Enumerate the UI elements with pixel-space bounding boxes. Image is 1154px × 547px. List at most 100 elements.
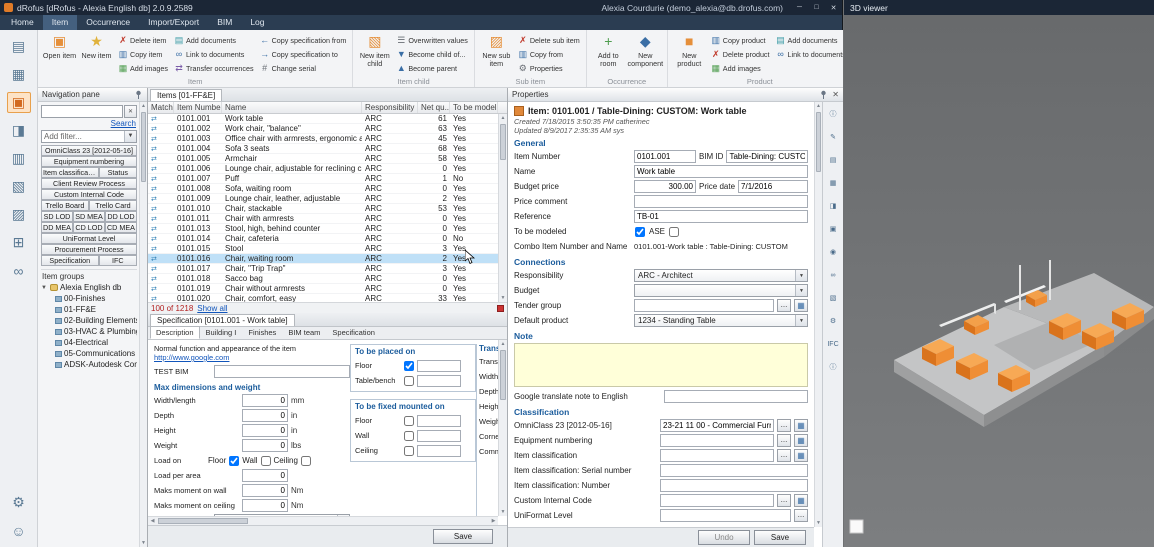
column-net-quantity[interactable]: Net qu...	[418, 102, 450, 113]
item-row[interactable]: ⇄ 0101.014 Chair, cafeteria ARC 0 No	[148, 234, 507, 244]
fixed-on-input[interactable]	[417, 430, 461, 442]
tree-item[interactable]: 04-Electrical	[41, 337, 137, 348]
copy-from-button[interactable]: ▥Copy from	[515, 47, 583, 61]
ifc-icon[interactable]: IFC	[825, 336, 842, 352]
delete-item-button[interactable]: ✗Delete item	[115, 33, 171, 47]
copy-product-button[interactable]: ▥Copy product	[708, 33, 773, 47]
add-filter-dropdown[interactable]: Add filter... ▼	[41, 130, 137, 143]
list-icon[interactable]: ▤	[825, 152, 842, 168]
grid-icon[interactable]: ▦	[794, 419, 808, 432]
fixed-on-input[interactable]	[417, 445, 461, 457]
tree-item[interactable]: 05-Communications	[41, 348, 137, 359]
become-child-button[interactable]: ▼Become child of...	[393, 47, 471, 61]
spec-subtab[interactable]: BIM team	[282, 326, 326, 339]
scroll-down-icon[interactable]: ▼	[499, 294, 507, 302]
link-documents-button[interactable]: ∞Link to documents	[171, 47, 257, 61]
copy-spec-to-button[interactable]: →Copy specification to	[257, 47, 350, 61]
load-input[interactable]	[242, 469, 288, 482]
filter-button[interactable]: IFC	[99, 255, 137, 266]
price-comment-input[interactable]	[634, 195, 808, 208]
new-sub-item-button[interactable]: ▨ New sub item	[478, 32, 515, 77]
item-row[interactable]: ⇄ 0101.020 Chair, comfort, easy ARC 33 Y…	[148, 294, 507, 302]
menu-item[interactable]: Log	[241, 15, 273, 30]
spec-subtab[interactable]: Description	[150, 326, 200, 339]
systems-icon[interactable]: ∞	[7, 260, 31, 281]
products-icon[interactable]: ◨	[825, 198, 842, 214]
user-icon[interactable]: ☺	[7, 520, 31, 541]
fixed-on-checkbox[interactable]	[404, 446, 414, 456]
ellipsis-button[interactable]: …	[777, 299, 791, 312]
classification-input[interactable]	[660, 479, 808, 492]
functions-icon[interactable]: ▦	[7, 64, 31, 85]
load-on-floor-checkbox[interactable]	[229, 456, 239, 466]
classification-input[interactable]	[660, 419, 774, 432]
spec-subtab[interactable]: Building I	[200, 326, 243, 339]
tree-item[interactable]: ADSK-Autodesk Content	[41, 359, 137, 370]
close-panel-icon[interactable]: ✕	[832, 90, 839, 99]
view-widget[interactable]	[850, 520, 863, 533]
new-component-button[interactable]: ◆ New component	[627, 32, 664, 77]
item-row[interactable]: ⇄ 0101.010 Chair, stackable ARC 53 Yes	[148, 204, 507, 214]
dimension-input[interactable]	[242, 424, 288, 437]
classification-input[interactable]	[660, 449, 774, 462]
dimension-input[interactable]	[242, 394, 288, 407]
classification-input[interactable]	[660, 464, 808, 477]
filter-button[interactable]: SD LOD	[41, 211, 73, 222]
column-item-number[interactable]: Item Number	[174, 102, 222, 113]
properties-scrollbar[interactable]: ▲ ▼	[814, 102, 822, 527]
item-row[interactable]: ⇄ 0101.018 Sacco bag ARC 0 Yes	[148, 274, 507, 284]
scroll-down-icon[interactable]: ▼	[140, 539, 147, 547]
props-save-button[interactable]: Save	[754, 530, 806, 545]
classifications-icon[interactable]: ⊞	[7, 232, 31, 253]
items-icon[interactable]: ▣	[7, 92, 31, 113]
grid-icon[interactable]: ▦	[794, 299, 808, 312]
item-row[interactable]: ⇄ 0101.017 Chair, "Trip Trap" ARC 3 Yes	[148, 264, 507, 274]
images-icon[interactable]: ▣	[825, 221, 842, 237]
tender-group-input[interactable]	[634, 299, 774, 312]
copy-spec-from-button[interactable]: ←Copy specification from	[257, 33, 350, 47]
spec-subtab[interactable]: Finishes	[242, 326, 282, 339]
item-info-icon[interactable]: ⓘ	[825, 106, 842, 122]
tree-item[interactable]: 01-FF&E	[41, 304, 137, 315]
load-input[interactable]	[242, 484, 288, 497]
maximize-button[interactable]: □	[808, 0, 825, 15]
to-be-modeled-checkbox[interactable]	[635, 227, 645, 237]
fixed-on-checkbox[interactable]	[404, 416, 414, 426]
spec-scrollbar[interactable]: ▲ ▼	[498, 340, 507, 516]
filter-button[interactable]: Client Review Process	[41, 178, 137, 189]
products-icon[interactable]: ◨	[7, 120, 31, 141]
add-images-button[interactable]: ▦Add images	[115, 61, 171, 75]
reference-input[interactable]	[634, 210, 808, 223]
test-bim-input[interactable]	[214, 365, 350, 378]
about-icon[interactable]: ⓘ	[825, 359, 842, 375]
ellipsis-button[interactable]: …	[777, 494, 791, 507]
spec-hscrollbar[interactable]: ◀ ▶	[148, 516, 498, 525]
filter-indicator[interactable]	[497, 305, 504, 312]
responsibility-select[interactable]: ARC - Architect ▼	[634, 269, 808, 282]
budget-price-input[interactable]	[634, 180, 696, 193]
placed-on-input[interactable]	[417, 375, 461, 387]
load-on-wall-checkbox[interactable]	[261, 456, 271, 466]
viewer-canvas[interactable]	[844, 15, 1154, 547]
open-item-button[interactable]: ▣ Open item	[41, 32, 78, 77]
menu-item[interactable]: Item	[43, 15, 78, 30]
links-icon[interactable]: ∞	[825, 267, 842, 283]
overwritten-values-button[interactable]: ☰Overwritten values	[393, 33, 471, 47]
ellipsis-button[interactable]: …	[794, 509, 808, 522]
scroll-left-icon[interactable]: ◀	[148, 517, 157, 525]
scroll-up-icon[interactable]: ▲	[499, 340, 507, 348]
change-serial-button[interactable]: #Change serial	[257, 61, 350, 75]
item-row[interactable]: ⇄ 0101.006 Lounge chair, adjustable for …	[148, 164, 507, 174]
clear-search-button[interactable]: ✕	[124, 105, 137, 118]
name-input[interactable]	[634, 165, 808, 178]
item-row[interactable]: ⇄ 0101.004 Sofa 3 seats ARC 68 Yes	[148, 144, 507, 154]
specification-tab[interactable]: Specification [0101.001 - Work table]	[150, 314, 295, 326]
scroll-up-icon[interactable]: ▲	[140, 102, 147, 110]
product-link-documents-button[interactable]: ∞Link to documents	[773, 47, 843, 61]
scroll-right-icon[interactable]: ▶	[489, 517, 498, 525]
become-parent-button[interactable]: ▲Become parent	[393, 61, 471, 75]
ellipsis-button[interactable]: …	[777, 449, 791, 462]
filter-button[interactable]: UniFormat Level	[41, 233, 137, 244]
filter-button[interactable]: SD MEA	[73, 211, 105, 222]
copy-item-button[interactable]: ▥Copy item	[115, 47, 171, 61]
